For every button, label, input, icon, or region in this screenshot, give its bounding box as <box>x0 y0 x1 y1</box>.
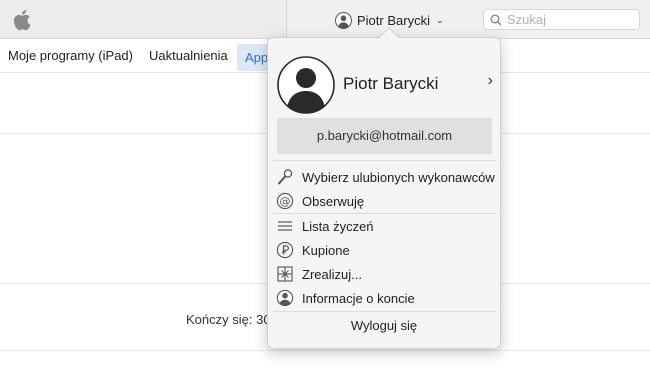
content-divider <box>0 350 650 351</box>
user-avatar-icon <box>335 11 352 29</box>
account-icon <box>275 288 295 308</box>
search-input[interactable] <box>507 12 627 27</box>
profile-header[interactable]: Piotr Barycki › <box>277 56 493 114</box>
profile-name: Piotr Barycki <box>343 74 439 93</box>
menu-item-label: Wybierz ulubionych wykonawców <box>302 169 495 185</box>
menu-item-wishlist[interactable]: Lista życzeń <box>273 214 497 238</box>
ends-date-text: Kończy się: 30 <box>186 312 271 327</box>
menu-item-label: Lista życzeń <box>302 218 374 234</box>
menu-divider <box>273 160 497 161</box>
search-field[interactable] <box>483 9 640 30</box>
menu-item-favorite-artists[interactable]: Wybierz ulubionych wykonawców <box>273 165 497 189</box>
menu-item-following[interactable]: @ Obserwuję <box>273 189 497 213</box>
svg-text:@: @ <box>280 195 291 208</box>
menu-item-redeem[interactable]: Zrealizuj... <box>273 262 497 286</box>
search-icon <box>490 14 502 26</box>
at-sign-icon: @ <box>275 191 295 211</box>
email-field: p.barycki@hotmail.com <box>277 118 492 154</box>
chevron-down-icon: ⌄ <box>435 14 444 25</box>
profile-avatar-icon <box>277 56 335 114</box>
gift-icon <box>275 264 295 284</box>
purchased-icon <box>275 240 295 260</box>
menu-divider <box>273 311 497 312</box>
toolbar: Piotr Barycki ⌄ <box>0 0 650 39</box>
chevron-right-icon: › <box>487 72 493 89</box>
tab-my-apps[interactable]: Moje programy (iPad) <box>8 39 133 73</box>
menu-item-purchased[interactable]: Kupione <box>273 238 497 262</box>
apple-logo-icon[interactable] <box>12 8 34 32</box>
menu-item-label: Obserwuję <box>302 193 365 209</box>
menu-item-label: Kupione <box>302 242 350 258</box>
list-icon <box>275 216 295 236</box>
tab-updates[interactable]: Uaktualnienia <box>149 39 228 73</box>
menu-item-account-info[interactable]: Informacje o koncie <box>273 286 497 310</box>
logout-button[interactable]: Wyloguj się <box>268 318 500 333</box>
menu-item-label: Zrealizuj... <box>302 266 362 282</box>
microphone-icon <box>275 167 295 187</box>
account-name: Piotr Barycki <box>357 12 430 28</box>
account-popover: Piotr Barycki › p.barycki@hotmail.com Wy… <box>267 27 501 349</box>
menu-item-label: Informacje o koncie <box>302 290 415 306</box>
toolbar-left <box>0 0 287 38</box>
